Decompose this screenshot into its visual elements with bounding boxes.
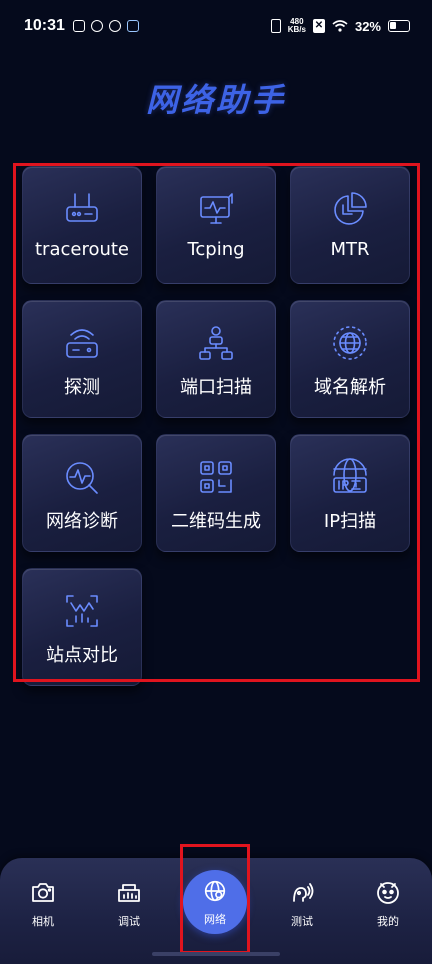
- mascot-face-icon: [374, 878, 402, 910]
- calendar-icon: [72, 20, 85, 32]
- nav-item-test[interactable]: 测试: [272, 878, 332, 929]
- tool-tile-port-scan[interactable]: 端口扫描: [156, 300, 276, 418]
- net-speed-unit: KB/s: [287, 25, 306, 34]
- diagnose-search-icon: [62, 457, 102, 497]
- tool-tile-tcping[interactable]: Tcping: [156, 166, 276, 284]
- status-time: 10:31: [24, 17, 65, 34]
- router-debug-icon: [115, 878, 143, 910]
- tool-label: 探测: [64, 377, 100, 398]
- net-speed: 480 KB/s: [288, 18, 306, 34]
- nav-label: 我的: [377, 915, 399, 928]
- tool-tile-mtr[interactable]: MTR: [290, 166, 410, 284]
- notification-icons: [72, 20, 139, 32]
- nav-label: 相机: [32, 915, 54, 928]
- qr-code-icon: [196, 457, 236, 497]
- sound-test-icon: [288, 878, 316, 910]
- nav-item-network[interactable]: 网络: [183, 870, 247, 934]
- no-sim-icon: ✕: [312, 19, 325, 33]
- tool-label: 网络诊断: [46, 511, 118, 532]
- network-globe-icon: [202, 878, 228, 908]
- tool-tile-ip-scan[interactable]: IP扫描: [290, 434, 410, 552]
- tool-label: MTR: [330, 239, 370, 260]
- tool-label: 域名解析: [314, 377, 386, 398]
- nav-item-camera[interactable]: 相机: [13, 878, 73, 929]
- tool-tile-dns-lookup[interactable]: 域名解析: [290, 300, 410, 418]
- tool-tile-traceroute[interactable]: traceroute: [22, 166, 142, 284]
- app-badge-icon: [126, 20, 139, 32]
- status-bar: 10:31 480 KB/s ✕ 32%: [0, 0, 432, 52]
- nav-label: 网络: [204, 912, 226, 926]
- router-icon: [62, 189, 102, 229]
- tiktok-icon: [108, 20, 121, 32]
- tool-label: IP扫描: [323, 511, 377, 532]
- home-indicator: [152, 952, 280, 956]
- tool-tile-site-compare[interactable]: 站点对比: [22, 568, 142, 686]
- app-notification-icon: [90, 20, 103, 32]
- tool-tile-qr-generate[interactable]: 二维码生成: [156, 434, 276, 552]
- monitor-pulse-icon: [196, 189, 236, 229]
- tool-label: Tcping: [187, 239, 245, 260]
- tool-label: 端口扫描: [180, 377, 252, 398]
- nav-label: 测试: [291, 915, 313, 928]
- ip-globe-icon: [330, 457, 370, 497]
- battery-percent: 32%: [354, 18, 381, 34]
- tool-label: traceroute: [34, 239, 130, 260]
- wifi-icon: [332, 20, 348, 32]
- nav-label: 调试: [118, 915, 140, 928]
- pie-chart-icon: [330, 189, 370, 229]
- vibrate-icon: [270, 19, 281, 33]
- site-compare-icon: [62, 591, 102, 631]
- status-right: 480 KB/s ✕ 32%: [270, 18, 410, 34]
- battery-icon: [388, 20, 410, 32]
- tool-label: 二维码生成: [171, 511, 261, 532]
- nav-item-profile[interactable]: 我的: [358, 878, 418, 929]
- signal-device-icon: [62, 323, 102, 363]
- network-tree-icon: [196, 323, 236, 363]
- globe-icon: [330, 323, 370, 363]
- tool-label: 站点对比: [46, 645, 118, 666]
- tool-tile-network-diagnosis[interactable]: 网络诊断: [22, 434, 142, 552]
- page-title: 网络助手: [145, 81, 286, 119]
- camera-icon: [29, 878, 57, 910]
- tool-tile-probe[interactable]: 探测: [22, 300, 142, 418]
- nav-item-debug[interactable]: 调试: [99, 878, 159, 929]
